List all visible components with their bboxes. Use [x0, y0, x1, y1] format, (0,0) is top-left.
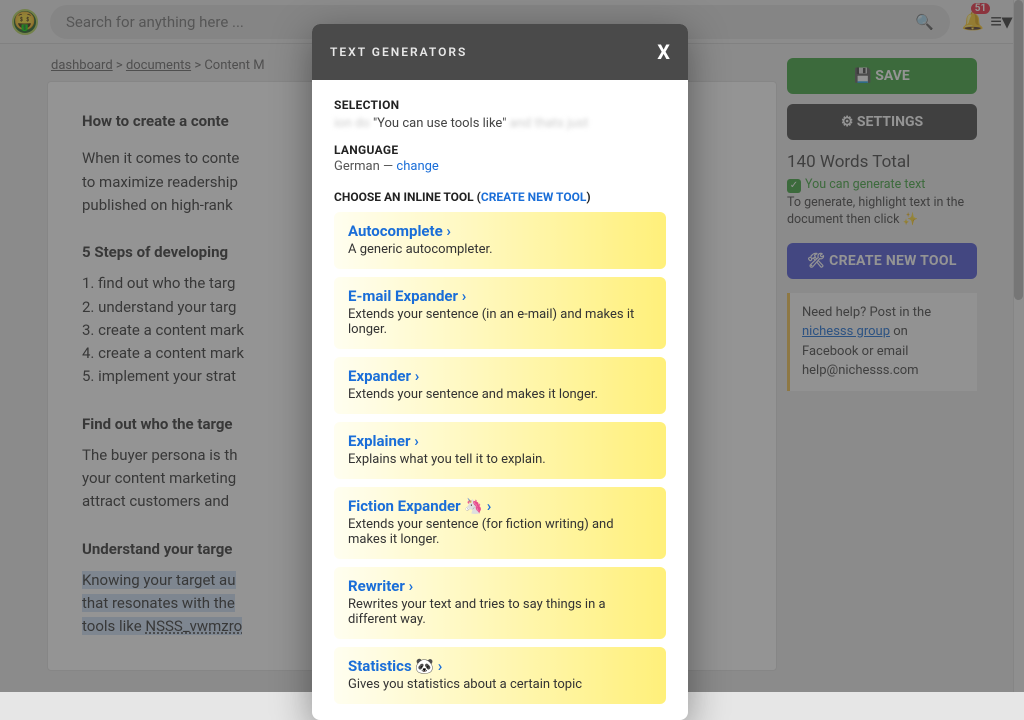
create-new-tool-link[interactable]: CREATE NEW TOOL: [481, 190, 587, 204]
modal-title: TEXT GENERATORS: [330, 45, 467, 59]
close-icon[interactable]: X: [657, 40, 670, 64]
tool-option-4[interactable]: Fiction Expander 🦄 › Extends your sentenc…: [334, 487, 666, 559]
tool-option-1[interactable]: E-mail Expander › Extends your sentence (…: [334, 277, 666, 349]
tool-option-6[interactable]: Statistics 🐼 › Gives you statistics about…: [334, 647, 666, 704]
tool-name: Explainer ›: [348, 432, 652, 450]
tool-desc: Extends your sentence and makes it longe…: [348, 387, 652, 402]
change-language-link[interactable]: change: [396, 159, 438, 174]
selection-value: ion do "You can use tools like" and that…: [334, 116, 666, 131]
language-value: German — change: [334, 159, 666, 174]
tool-name: Fiction Expander 🦄 ›: [348, 497, 652, 515]
tool-desc: Extends your sentence (for fiction writi…: [348, 517, 652, 547]
tool-name: Autocomplete ›: [348, 222, 652, 240]
tool-option-5[interactable]: Rewriter › Rewrites your text and tries t…: [334, 567, 666, 639]
tool-option-2[interactable]: Expander › Extends your sentence and make…: [334, 357, 666, 414]
tool-name: Statistics 🐼 ›: [348, 657, 652, 675]
choose-tool-label: CHOOSE AN INLINE TOOL (CREATE NEW TOOL): [334, 190, 666, 204]
tool-desc: A generic autocompleter.: [348, 242, 652, 257]
tool-option-0[interactable]: Autocomplete › A generic autocompleter.: [334, 212, 666, 269]
tool-name: Rewriter ›: [348, 577, 652, 595]
tool-name: Expander ›: [348, 367, 652, 385]
tool-desc: Rewrites your text and tries to say thin…: [348, 597, 652, 627]
tool-desc: Gives you statistics about a certain top…: [348, 677, 652, 692]
tool-option-3[interactable]: Explainer › Explains what you tell it to …: [334, 422, 666, 479]
selection-label: SELECTION: [334, 98, 666, 112]
tool-name: E-mail Expander ›: [348, 287, 652, 305]
tool-desc: Extends your sentence (in an e-mail) and…: [348, 307, 652, 337]
tool-desc: Explains what you tell it to explain.: [348, 452, 652, 467]
text-generators-modal: TEXT GENERATORS X SELECTION ion do "You …: [312, 24, 688, 720]
language-label: LANGUAGE: [334, 143, 666, 157]
